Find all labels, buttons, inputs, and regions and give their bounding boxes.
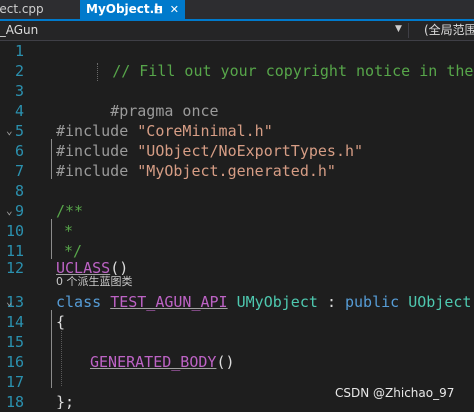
line-number: 14: [5, 313, 24, 331]
code-line: #include "CoreMinimal.h": [56, 121, 273, 141]
line-number: 4: [14, 102, 24, 120]
project-dropdown[interactable]: t_AGun: [0, 21, 38, 40]
code-line: #include "UObject/NoExportTypes.h": [56, 141, 363, 161]
fold-toggle-icon[interactable]: ⌄: [6, 292, 13, 312]
include-directive: #include: [56, 162, 129, 180]
tab-label: ject.cpp: [0, 2, 44, 16]
line-number: 6: [14, 142, 24, 160]
line-number: 1: [14, 42, 24, 60]
doc-comment: /**: [56, 202, 84, 220]
tab-object-cpp[interactable]: ject.cpp: [0, 0, 54, 19]
code-line: };: [56, 392, 74, 409]
fold-toggle-icon[interactable]: ⌄: [6, 121, 13, 141]
include-directive: #include: [56, 122, 129, 140]
code-line: // Fill out your copyright notice in the…: [40, 41, 474, 81]
base-class-name: UObject: [408, 293, 472, 311]
navigation-bar: t_AGun ▼ (全局范围): [0, 21, 474, 41]
line-number: 2: [14, 62, 24, 80]
scope-label: (全局范围): [424, 23, 474, 37]
line-number: 12: [5, 259, 24, 277]
code-line: class TEST_AGUN_API UMyObject : public U…: [56, 292, 471, 312]
code-editor[interactable]: 1 2 3 4 5 6 7 8 9 10 11 12 13 14 15 16 1…: [0, 41, 474, 411]
line-number-gutter: 1 2 3 4 5 6 7 8 9 10 11 12 13 14 15 16 1…: [0, 41, 40, 411]
close-brace: };: [56, 393, 75, 409]
code-line: #include "MyObject.generated.h": [56, 161, 336, 181]
line-number: 7: [14, 162, 24, 180]
include-path: "UObject/NoExportTypes.h": [137, 142, 364, 160]
code-line: *: [64, 221, 73, 241]
code-line: #pragma once: [56, 81, 218, 120]
colon: :: [326, 293, 336, 311]
keyword-public: public: [345, 293, 400, 311]
generated-body-macro: GENERATED_BODY: [90, 353, 217, 371]
line-number: 15: [5, 333, 24, 351]
code-area[interactable]: // Fill out your copyright notice in the…: [40, 41, 474, 409]
parens: (): [216, 353, 235, 371]
watermark: CSDN @Zhichao_97: [335, 386, 455, 400]
include-path: "MyObject.generated.h": [137, 162, 336, 180]
project-name: t_AGun: [0, 23, 39, 37]
line-number: 18: [5, 393, 24, 411]
line-number: 17: [5, 373, 24, 391]
keyword-class: class: [56, 293, 102, 311]
pragma-text: #pragma once: [110, 102, 219, 120]
line-number: 16: [5, 353, 24, 371]
chevron-down-icon[interactable]: ▼: [395, 24, 402, 34]
open-brace: {: [56, 313, 66, 331]
pin-icon[interactable]: ⊟: [154, 0, 163, 19]
code-line: GENERATED_BODY(): [90, 352, 235, 372]
codelens-hint[interactable]: 0 个派生蓝图类: [56, 275, 133, 289]
include-directive: #include: [56, 142, 129, 160]
class-name: UMyObject: [236, 293, 318, 311]
close-icon[interactable]: ✕: [170, 0, 179, 19]
include-path: "CoreMinimal.h": [137, 122, 273, 140]
tab-label: MyObject.h: [86, 2, 163, 16]
fold-toggle-icon[interactable]: ⌄: [6, 201, 13, 221]
line-number: 8: [14, 182, 24, 200]
code-line: {: [56, 312, 65, 332]
line-number: 3: [14, 82, 24, 100]
doc-comment: *: [64, 222, 74, 240]
api-macro: TEST_AGUN_API: [110, 293, 228, 311]
scope-dropdown[interactable]: (全局范围): [424, 21, 474, 40]
comment-text: // Fill out your copyright notice in the…: [112, 62, 474, 80]
code-line: /**: [56, 201, 83, 221]
line-number: 10: [5, 222, 24, 240]
nav-separator: [408, 23, 409, 38]
tab-myobject-h[interactable]: MyObject.h ⊟ ✕: [80, 0, 185, 19]
tab-bar: ject.cpp MyObject.h ⊟ ✕: [0, 0, 474, 21]
